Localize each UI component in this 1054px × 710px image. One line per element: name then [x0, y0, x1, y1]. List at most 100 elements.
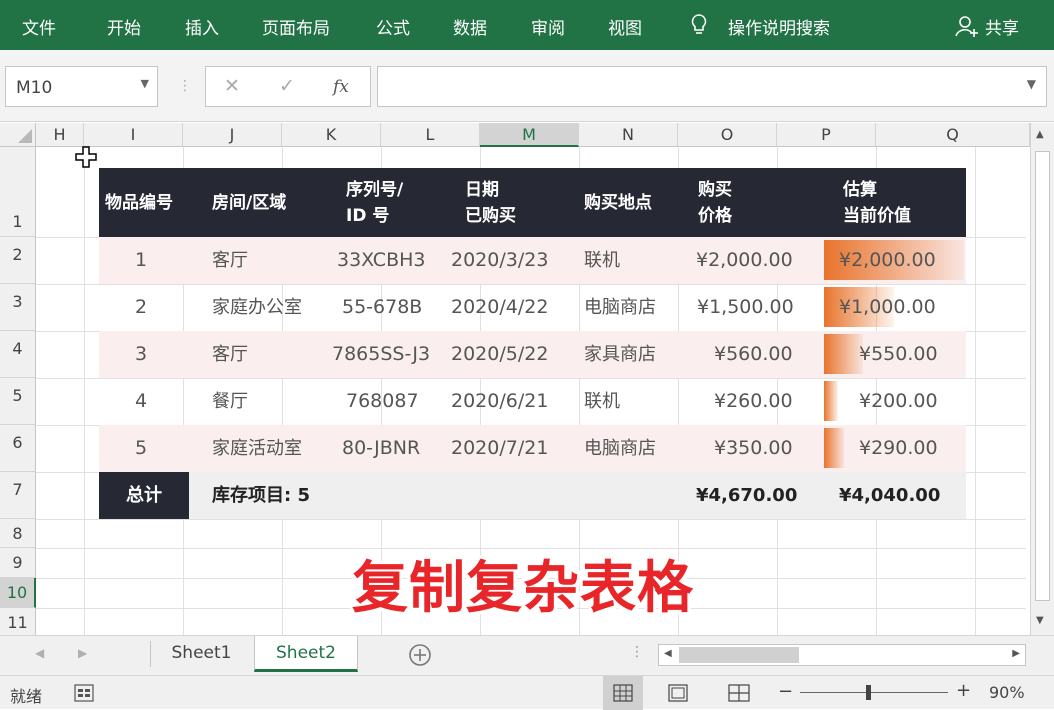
expand-formula-icon[interactable]: ▼	[1027, 77, 1036, 91]
row-header-1[interactable]: 1	[0, 147, 36, 237]
macro-record-icon[interactable]	[74, 684, 94, 702]
cell-room[interactable]: 客厅	[212, 237, 248, 284]
row-header-9[interactable]: 9	[0, 548, 36, 578]
scroll-left-icon[interactable]: ◀	[664, 648, 672, 659]
total-value[interactable]: ¥4,040.00	[839, 472, 940, 519]
row-header-5[interactable]: 5	[0, 378, 36, 425]
total-label[interactable]: 总计	[99, 472, 189, 519]
ribbon-tab-insert[interactable]: 插入	[185, 14, 219, 39]
scroll-up-icon[interactable]: ▲	[1036, 129, 1044, 140]
page-layout-icon[interactable]	[668, 684, 688, 702]
column-header-n[interactable]: N	[579, 123, 678, 147]
header-date[interactable]: 日期 已购买	[465, 168, 516, 237]
sheet-tab-sheet2[interactable]: Sheet2	[254, 636, 358, 672]
scroll-thumb[interactable]	[679, 647, 799, 663]
table-row[interactable]: 4 餐厅 768087 2020/6/21 联机 ¥260.00 ¥200.00	[99, 378, 966, 425]
total-row[interactable]: 总计 库存项目: 5 ¥4,670.00 ¥4,040.00	[99, 472, 966, 519]
total-items[interactable]: 库存项目: 5	[212, 472, 310, 519]
page-break-icon[interactable]	[728, 684, 750, 702]
header-serial[interactable]: 序列号/ID 号	[346, 168, 403, 237]
table-row[interactable]: 5 家庭活动室 80-JBNR 2020/7/21 电脑商店 ¥350.00 ¥…	[99, 425, 966, 472]
table-row[interactable]: 3 客厅 7865SS-J3 2020/5/22 家具商店 ¥560.00 ¥5…	[99, 331, 966, 378]
select-all-button[interactable]	[0, 123, 36, 147]
column-header-l[interactable]: L	[381, 123, 480, 147]
column-header-o[interactable]: O	[678, 123, 777, 147]
cell-room[interactable]: 家庭活动室	[212, 425, 302, 472]
name-box[interactable]: M10 ▼	[5, 66, 158, 107]
table-row[interactable]: 1 客厅 33XCBH3 2020/3/23 联机 ¥2,000.00 ¥2,0…	[99, 237, 966, 284]
splitter-dots-icon[interactable]: ⋮	[630, 644, 644, 660]
ribbon-tab-file[interactable]: 文件	[22, 14, 56, 39]
column-header-j[interactable]: J	[183, 123, 282, 147]
row-header-2[interactable]: 2	[0, 237, 36, 284]
next-sheet-icon[interactable]: ▶	[78, 646, 87, 660]
tell-me-search[interactable]: 操作说明搜索	[728, 14, 830, 39]
cell-id[interactable]: 2	[135, 284, 147, 331]
splitter-dots-icon[interactable]: ⋮	[178, 78, 192, 94]
cell-price[interactable]: ¥2,000.00	[696, 237, 793, 284]
row-header-3[interactable]: 3	[0, 284, 36, 331]
ribbon-tab-home[interactable]: 开始	[107, 14, 141, 39]
share-user-icon[interactable]	[955, 14, 979, 38]
cell-date[interactable]: 2020/7/21	[451, 425, 548, 472]
cell-date[interactable]: 2020/4/22	[451, 284, 548, 331]
ribbon-tab-page-layout[interactable]: 页面布局	[262, 14, 330, 39]
header-item-id[interactable]: 物品编号	[105, 168, 173, 237]
cell-id[interactable]: 4	[135, 378, 147, 425]
cell-price[interactable]: ¥560.00	[714, 331, 793, 378]
cell-place[interactable]: 联机	[584, 237, 620, 284]
cell-date[interactable]: 2020/3/23	[451, 237, 548, 284]
formula-input[interactable]: ▼	[377, 66, 1047, 107]
cell-id[interactable]: 1	[135, 237, 147, 284]
insert-function-icon[interactable]: fx	[333, 77, 349, 97]
column-header-p[interactable]: P	[777, 123, 876, 147]
cell-value[interactable]: ¥290.00	[859, 425, 938, 472]
cell-value[interactable]: ¥2,000.00	[839, 237, 936, 284]
column-header-k[interactable]: K	[282, 123, 381, 147]
column-header-m[interactable]: M	[480, 123, 579, 147]
chevron-down-icon[interactable]: ▼	[141, 77, 149, 90]
prev-sheet-icon[interactable]: ◀	[35, 646, 44, 660]
cell-serial[interactable]: 80-JBNR	[342, 425, 420, 472]
cell-date[interactable]: 2020/5/22	[451, 331, 548, 378]
cell-place[interactable]: 电脑商店	[584, 284, 656, 331]
column-header-i[interactable]: I	[84, 123, 183, 147]
scroll-down-icon[interactable]: ▼	[1036, 615, 1044, 626]
cell-value[interactable]: ¥200.00	[859, 378, 938, 425]
cell-price[interactable]: ¥260.00	[714, 378, 793, 425]
cancel-icon[interactable]: ✕	[224, 75, 240, 97]
cell-id[interactable]: 5	[135, 425, 147, 472]
cell-value[interactable]: ¥550.00	[859, 331, 938, 378]
sheet-tab-sheet1[interactable]: Sheet1	[155, 636, 248, 672]
header-room[interactable]: 房间/区域	[212, 168, 286, 237]
ribbon-tab-view[interactable]: 视图	[608, 14, 642, 39]
zoom-level[interactable]: 90%	[989, 683, 1025, 702]
scroll-right-icon[interactable]: ▶	[1012, 648, 1020, 659]
header-value[interactable]: 估算 当前价值	[843, 168, 911, 237]
row-header-7[interactable]: 7	[0, 472, 36, 519]
zoom-slider[interactable]	[800, 692, 948, 693]
row-header-4[interactable]: 4	[0, 331, 36, 378]
vertical-scrollbar[interactable]: ▲ ▼	[1030, 123, 1054, 635]
cell-date[interactable]: 2020/6/21	[451, 378, 548, 425]
cell-id[interactable]: 3	[135, 331, 147, 378]
row-header-10[interactable]: 10	[0, 578, 36, 608]
scroll-thumb[interactable]	[1035, 151, 1050, 601]
horizontal-scrollbar[interactable]: ◀ ▶	[658, 644, 1026, 666]
cell-serial[interactable]: 55-678B	[342, 284, 422, 331]
cell-room[interactable]: 家庭办公室	[212, 284, 302, 331]
cell-place[interactable]: 电脑商店	[584, 425, 656, 472]
column-header-q[interactable]: Q	[876, 123, 1030, 147]
row-header-6[interactable]: 6	[0, 425, 36, 472]
cell-place[interactable]: 联机	[584, 378, 620, 425]
add-sheet-icon[interactable]	[408, 643, 432, 667]
zoom-out-button[interactable]: −	[778, 681, 793, 702]
header-place[interactable]: 购买地点	[584, 168, 652, 237]
total-price[interactable]: ¥4,670.00	[696, 472, 797, 519]
zoom-in-button[interactable]: +	[956, 680, 971, 701]
cell-room[interactable]: 餐厅	[212, 378, 248, 425]
ribbon-tab-review[interactable]: 审阅	[531, 14, 565, 39]
normal-view-button[interactable]	[603, 676, 643, 710]
cell-price[interactable]: ¥350.00	[714, 425, 793, 472]
ribbon-tab-formulas[interactable]: 公式	[376, 14, 410, 39]
